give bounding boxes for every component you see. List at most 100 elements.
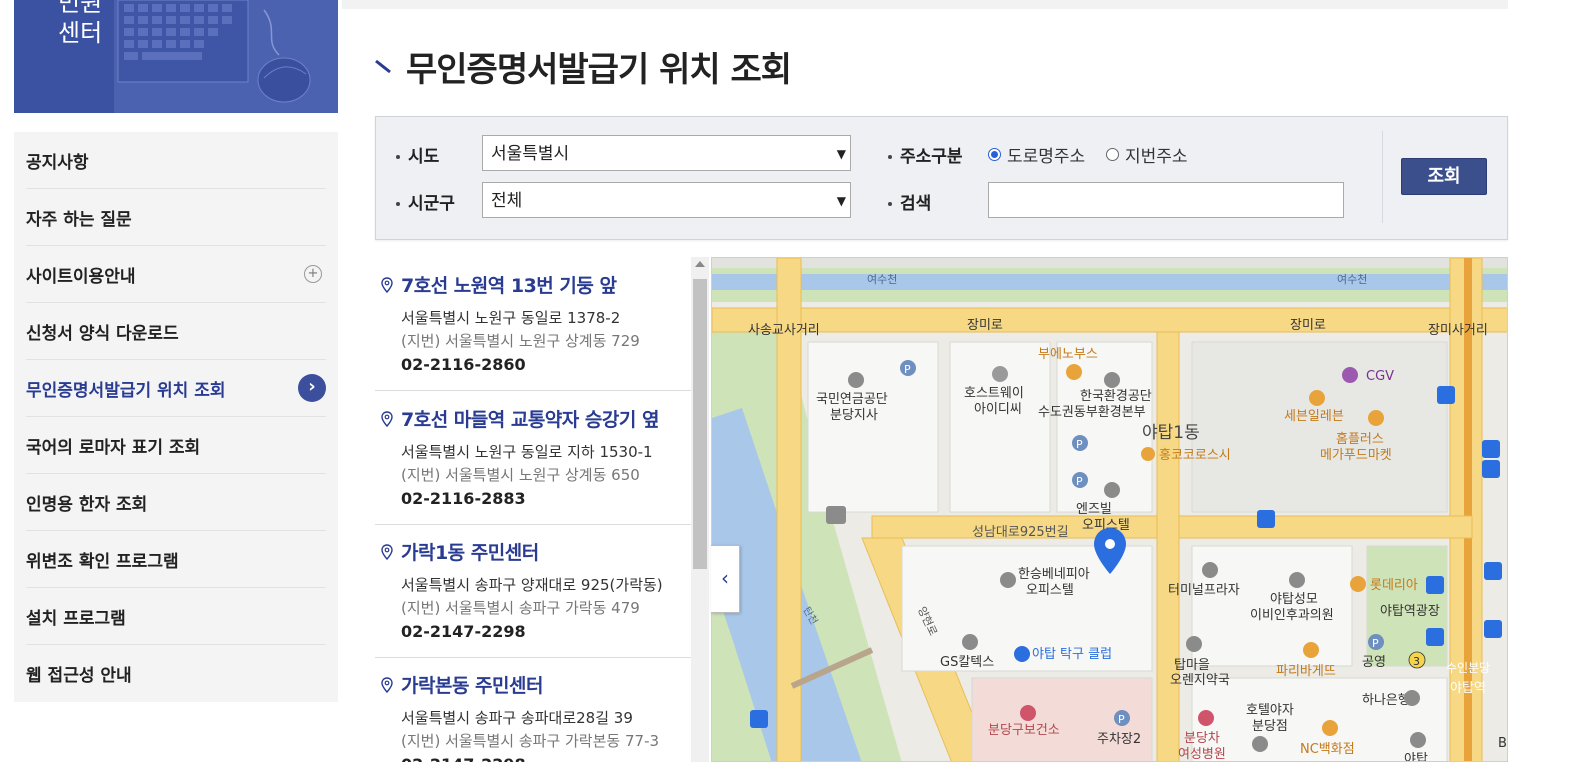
svg-text:호스트웨이: 호스트웨이 [964,386,1024,401]
result-jibun: (지번) 서울특별시 노원구 상계동 650 [401,466,640,484]
scroll-thumb[interactable] [693,279,707,569]
map-view[interactable]: 여수천 여수천 장미로 장미로 사송교사거리 장미사거리 국민연금공단 분당지사… [711,257,1508,762]
sigungu-select[interactable]: 전체 ▼ [482,182,851,218]
svg-text:파리바게뜨: 파리바게뜨 [1276,664,1336,679]
addr-type-label: 주소구분 [888,142,963,167]
sidebar-item-label: 국어의 로마자 표기 조회 [26,437,201,458]
svg-text:분당지사: 분당지사 [830,408,878,423]
svg-text:여성병원: 여성병원 [1178,747,1226,762]
sidebar-item-hanja[interactable]: 인명용 한자 조회 [26,474,326,531]
sidebar-item-notice[interactable]: 공지사항 [26,132,326,189]
svg-text:아이디씨: 아이디씨 [974,402,1022,417]
radio-checked-icon [988,148,1001,161]
dropdown-arrow-icon: ▼ [836,147,846,161]
search-panel: 시도 서울특별시 ▼ 시군구 전체 ▼ 주소구분 도로명주소 지번주소 검색 조회 [375,116,1508,240]
collapse-list-button[interactable]: ‹ [711,545,740,613]
svg-text:공영: 공영 [1362,655,1386,670]
result-address: 서울특별시 노원구 동일로 1378-2 [401,309,621,327]
svg-text:한승베네피아: 한승베네피아 [1018,567,1090,582]
location-pin-icon [381,411,393,427]
svg-text:탑마을: 탑마을 [1174,658,1210,673]
svg-text:수도권동부환경본부: 수도권동부환경본부 [1038,405,1146,420]
svg-text:P: P [904,363,911,376]
svg-text:사송교사거리: 사송교사거리 [748,323,820,338]
sigungu-label: 시군구 [396,189,455,214]
result-phone: 02-2116-2883 [401,489,526,508]
svg-text:성남대로925번길: 성남대로925번길 [972,525,1069,540]
result-phone: 02-2147-2298 [401,622,526,641]
svg-text:홍코코로스시: 홍코코로스시 [1159,448,1231,463]
sidebar-item-label: 인명용 한자 조회 [26,494,148,515]
sidebar-item-accessibility[interactable]: 웹 접근성 안내 [26,645,326,701]
list-item[interactable]: 7호선 노원역 13번 기둥 앞 서울특별시 노원구 동일로 1378-2 (지… [375,257,691,391]
search-button[interactable]: 조회 [1401,158,1487,195]
sido-label: 시도 [396,142,439,167]
sidebar-item-romanization[interactable]: 국어의 로마자 표기 조회 [26,417,326,474]
sidebar-item-install[interactable]: 설치 프로그램 [26,588,326,645]
sidebar: 공지사항 자주 하는 질문 사이트이용안내 + 신청서 양식 다운로드 무인증명서… [14,132,338,702]
svg-text:세븐일레븐: 세븐일레븐 [1284,409,1344,424]
location-pin-icon [381,677,393,693]
results-list: 7호선 노원역 13번 기둥 앞 서울특별시 노원구 동일로 1378-2 (지… [375,257,691,762]
result-jibun: (지번) 서울특별시 노원구 상계동 729 [401,332,640,350]
list-item[interactable]: 가락1동 주민센터 서울특별시 송파구 양재대로 925(가락동) (지번) 서… [375,524,691,658]
keyword-label: 검색 [888,189,931,214]
svg-text:분당차: 분당차 [1184,731,1220,746]
svg-text:NC백화점: NC백화점 [1300,742,1355,757]
sidebar-item-label: 설치 프로그램 [26,608,126,629]
list-item[interactable]: 7호선 마들역 교통약자 승강기 옆 서울특별시 노원구 동일로 지하 1530… [375,391,691,525]
result-title[interactable]: 가락본동 주민센터 [401,671,543,698]
sidebar-item-label: 위변조 확인 프로그램 [26,551,179,572]
chevron-left-icon: ‹ [721,566,729,590]
result-address: 서울특별시 송파구 송파대로28길 39 [401,709,633,727]
svg-text:국민연금공단: 국민연금공단 [816,392,888,407]
sidebar-item-site-guide[interactable]: 사이트이용안내 + [26,246,326,303]
svg-text:하나은행: 하나은행 [1362,692,1410,708]
svg-text:야탑: 야탑 [1404,752,1428,762]
svg-text:메가푸드마켓: 메가푸드마켓 [1320,448,1392,463]
search-input[interactable] [988,182,1344,218]
svg-text:롯데리아: 롯데리아 [1370,578,1418,593]
svg-text:분당점: 분당점 [1252,719,1288,734]
result-title[interactable]: 가락1동 주민센터 [401,538,539,565]
expand-plus-icon[interactable]: + [304,265,322,283]
result-address: 서울특별시 노원구 동일로 지하 1530-1 [401,443,653,461]
result-title[interactable]: 7호선 마들역 교통약자 승강기 옆 [401,405,659,432]
svg-text:여수천: 여수천 [1337,272,1367,286]
svg-text:장미사거리: 장미사거리 [1428,323,1488,338]
svg-text:여수천: 여수천 [867,272,897,286]
svg-text:P: P [1118,713,1125,726]
sidebar-item-forgery-check[interactable]: 위변조 확인 프로그램 [26,531,326,588]
sidebar-item-label: 자주 하는 질문 [26,209,132,230]
page-title: 무인증명서발급기 위치 조회 [406,50,792,90]
svg-text:터미널프라자: 터미널프라자 [1168,583,1240,598]
svg-text:야탑역: 야탑역 [1450,681,1486,696]
svg-text:야탑1동: 야탑1동 [1142,423,1200,443]
chevron-right-icon: › [298,374,326,402]
sidebar-item-label: 공지사항 [26,152,89,173]
map-canvas[interactable]: 여수천 여수천 장미로 장미로 사송교사거리 장미사거리 국민연금공단 분당지사… [712,258,1508,762]
radio-jibun-address[interactable]: 지번주소 [1106,142,1188,167]
sidebar-item-form-download[interactable]: 신청서 양식 다운로드 [26,303,326,360]
radio-road-address[interactable]: 도로명주소 [988,142,1085,167]
sido-select[interactable]: 서울특별시 ▼ [482,135,851,171]
list-item[interactable]: 가락본동 주민센터 서울특별시 송파구 송파대로28길 39 (지번) 서울특별… [375,657,691,762]
results-scrollbar[interactable] [691,257,709,762]
svg-text:엔즈빌: 엔즈빌 [1076,502,1112,517]
center-banner: 민원 센터 [14,0,338,113]
svg-text:야탑성모: 야탑성모 [1270,592,1318,607]
sidebar-item-label: 신청서 양식 다운로드 [26,323,179,344]
svg-text:오렌지약국: 오렌지약국 [1170,673,1230,688]
result-title[interactable]: 7호선 노원역 13번 기둥 앞 [401,271,617,298]
sidebar-item-kiosk-location[interactable]: 무인증명서발급기 위치 조회 › [26,360,326,417]
svg-text:부에노부스: 부에노부스 [1038,347,1098,362]
result-jibun: (지번) 서울특별시 송파구 가락본동 77-3 [401,732,660,750]
svg-text:P: P [1076,475,1083,488]
dropdown-arrow-icon: ▼ [836,194,846,208]
scroll-up-icon[interactable] [695,261,705,267]
radio-unchecked-icon [1106,148,1119,161]
sidebar-item-faq[interactable]: 자주 하는 질문 [26,189,326,246]
svg-text:호텔야자: 호텔야자 [1246,703,1294,718]
svg-text:장미로: 장미로 [1290,318,1326,333]
location-pin-icon [381,277,393,293]
